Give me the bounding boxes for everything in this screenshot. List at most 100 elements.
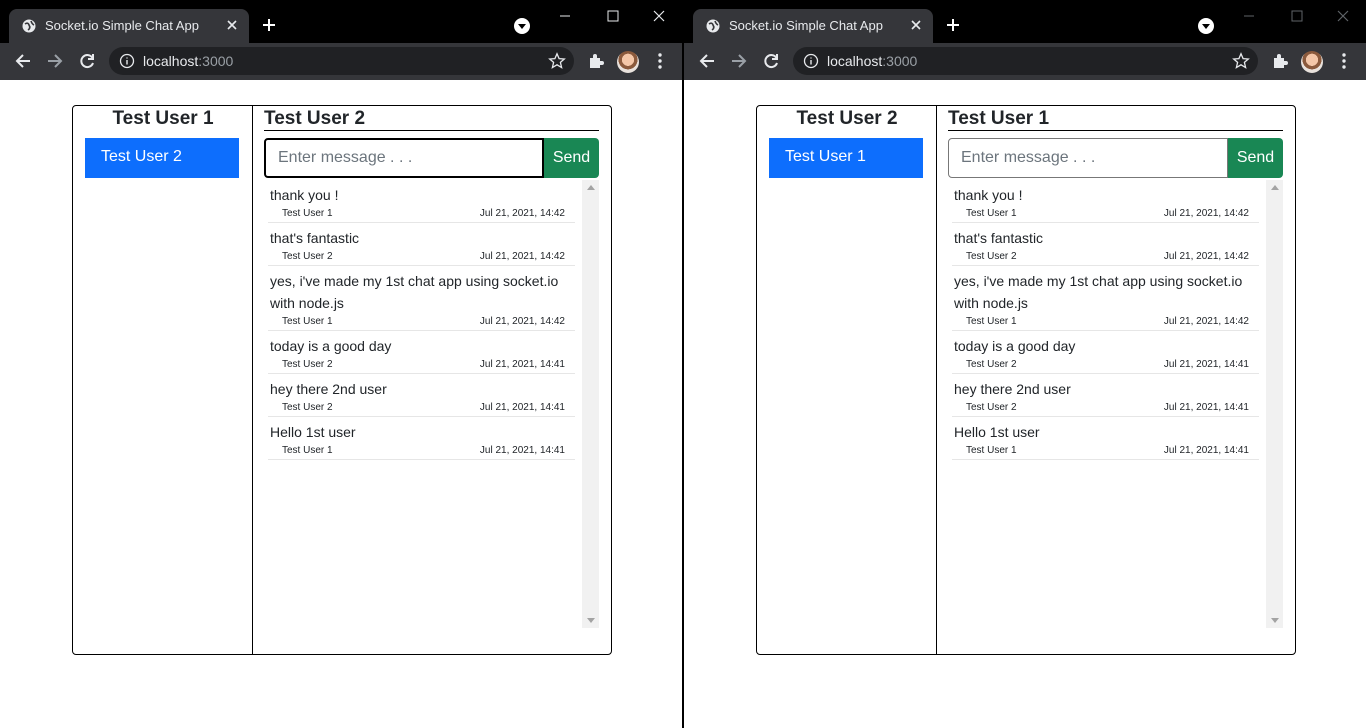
message-sender: Test User 2 bbox=[966, 402, 1017, 413]
new-tab-icon[interactable] bbox=[261, 17, 277, 33]
scroll-down-arrow-icon[interactable] bbox=[1271, 618, 1279, 623]
message-meta: Test User 1 Jul 21, 2021, 14:41 bbox=[954, 443, 1259, 459]
message-input[interactable] bbox=[948, 138, 1228, 178]
url-port: :3000 bbox=[198, 53, 234, 69]
reload-icon[interactable] bbox=[761, 51, 781, 71]
message-timestamp: Jul 21, 2021, 14:41 bbox=[1163, 359, 1249, 370]
scroll-up-arrow-icon[interactable] bbox=[587, 185, 595, 190]
extensions-puzzle-icon[interactable] bbox=[1271, 52, 1289, 70]
message-list[interactable]: thank you ! Test User 1 Jul 21, 2021, 14:4… bbox=[948, 180, 1283, 628]
browser-tab[interactable]: Socket.io Simple Chat App bbox=[693, 9, 933, 43]
message-text: thank you ! bbox=[270, 187, 339, 203]
message-meta: Test User 1 Jul 21, 2021, 14:42 bbox=[954, 314, 1259, 330]
message-item: thank you ! Test User 1 Jul 21, 2021, 14:4… bbox=[952, 180, 1259, 223]
message-meta: Test User 2 Jul 21, 2021, 14:42 bbox=[954, 249, 1259, 265]
bookmark-star-icon[interactable] bbox=[1232, 52, 1250, 70]
message-timestamp: Jul 21, 2021, 14:42 bbox=[479, 251, 565, 262]
message-timestamp: Jul 21, 2021, 14:41 bbox=[1163, 402, 1249, 413]
message-scrollbar[interactable] bbox=[1266, 180, 1283, 628]
message-text: thank you ! bbox=[954, 187, 1023, 203]
tab-title: Socket.io Simple Chat App bbox=[45, 18, 199, 33]
message-list[interactable]: thank you ! Test User 1 Jul 21, 2021, 14:4… bbox=[264, 180, 599, 628]
message-text: yes, i've made my 1st chat app using soc… bbox=[270, 273, 559, 311]
message-timestamp: Jul 21, 2021, 14:41 bbox=[479, 445, 565, 456]
browser-toolbar: localhost:3000 bbox=[684, 43, 1366, 80]
more-menu-icon[interactable] bbox=[652, 52, 668, 70]
close-window-icon[interactable] bbox=[636, 4, 682, 28]
reload-icon[interactable] bbox=[77, 51, 97, 71]
message-item: yes, i've made my 1st chat app using soc… bbox=[952, 266, 1259, 331]
message-text: hey there 2nd user bbox=[954, 381, 1071, 397]
message-text: today is a good day bbox=[270, 338, 392, 354]
message-item: that's fantastic Test User 2 Jul 21, 2021,… bbox=[268, 223, 575, 266]
minimize-icon[interactable] bbox=[542, 4, 588, 28]
users-sidebar: Test User 1 Test User 2 bbox=[73, 106, 253, 654]
message-item: Hello 1st user Test User 1 Jul 21, 2021, 1… bbox=[952, 417, 1259, 460]
info-icon[interactable] bbox=[119, 53, 135, 69]
message-meta: Test User 2 Jul 21, 2021, 14:41 bbox=[954, 400, 1259, 416]
page-viewport: Test User 2 Test User 1 Test User 1 Send… bbox=[684, 80, 1366, 728]
message-sender: Test User 2 bbox=[282, 402, 333, 413]
address-bar[interactable]: localhost:3000 bbox=[109, 47, 574, 75]
message-text: Hello 1st user bbox=[954, 424, 1040, 440]
address-bar[interactable]: localhost:3000 bbox=[793, 47, 1258, 75]
profile-avatar[interactable] bbox=[617, 51, 639, 73]
message-scrollbar[interactable] bbox=[582, 180, 599, 628]
message-sender: Test User 2 bbox=[966, 359, 1017, 370]
url-host: localhost bbox=[827, 53, 883, 69]
more-menu-icon[interactable] bbox=[1336, 52, 1352, 70]
forward-arrow-icon[interactable] bbox=[45, 51, 65, 71]
message-timestamp: Jul 21, 2021, 14:42 bbox=[479, 208, 565, 219]
message-meta: Test User 2 Jul 21, 2021, 14:41 bbox=[270, 400, 575, 416]
extensions-puzzle-icon[interactable] bbox=[587, 52, 605, 70]
message-input[interactable] bbox=[264, 138, 544, 178]
globe-icon bbox=[706, 19, 720, 33]
tab-strip: Socket.io Simple Chat App bbox=[684, 0, 1366, 43]
url-host: localhost bbox=[143, 53, 199, 69]
back-arrow-icon[interactable] bbox=[697, 51, 717, 71]
message-sender: Test User 2 bbox=[282, 251, 333, 262]
forward-arrow-icon[interactable] bbox=[729, 51, 749, 71]
tab-title: Socket.io Simple Chat App bbox=[729, 18, 883, 33]
message-text: that's fantastic bbox=[954, 230, 1044, 246]
send-button[interactable]: Send bbox=[544, 138, 599, 178]
contact-item[interactable]: Test User 1 bbox=[769, 138, 923, 178]
tab-search-icon[interactable] bbox=[1198, 18, 1214, 34]
message-text: yes, i've made my 1st chat app using soc… bbox=[954, 273, 1243, 311]
message-item: that's fantastic Test User 2 Jul 21, 2021,… bbox=[952, 223, 1259, 266]
message-item: hey there 2nd user Test User 2 Jul 21, 202… bbox=[952, 374, 1259, 417]
tab-search-icon[interactable] bbox=[514, 18, 530, 34]
close-window-icon[interactable] bbox=[1320, 4, 1366, 28]
scroll-down-arrow-icon[interactable] bbox=[587, 618, 595, 623]
send-button[interactable]: Send bbox=[1228, 138, 1283, 178]
minimize-icon[interactable] bbox=[1226, 4, 1272, 28]
new-tab-icon[interactable] bbox=[945, 17, 961, 33]
tab-strip: Socket.io Simple Chat App bbox=[0, 0, 682, 43]
message-meta: Test User 1 Jul 21, 2021, 14:42 bbox=[954, 206, 1259, 222]
message-timestamp: Jul 21, 2021, 14:42 bbox=[1163, 251, 1249, 262]
current-user-name: Test User 2 bbox=[796, 108, 898, 129]
message-item: today is a good day Test User 2 Jul 21, 20… bbox=[952, 331, 1259, 374]
info-icon[interactable] bbox=[803, 53, 819, 69]
message-sender: Test User 1 bbox=[282, 208, 333, 219]
maximize-icon[interactable] bbox=[1274, 4, 1320, 28]
message-meta: Test User 1 Jul 21, 2021, 14:41 bbox=[270, 443, 575, 459]
message-meta: Test User 1 Jul 21, 2021, 14:42 bbox=[270, 314, 575, 330]
message-meta: Test User 2 Jul 21, 2021, 14:42 bbox=[270, 249, 575, 265]
message-meta: Test User 2 Jul 21, 2021, 14:41 bbox=[954, 357, 1259, 373]
close-tab-icon[interactable] bbox=[907, 16, 925, 34]
maximize-icon[interactable] bbox=[590, 4, 636, 28]
browser-tab[interactable]: Socket.io Simple Chat App bbox=[9, 9, 249, 43]
message-sender: Test User 2 bbox=[282, 359, 333, 370]
back-arrow-icon[interactable] bbox=[13, 51, 33, 71]
scroll-up-arrow-icon[interactable] bbox=[1271, 185, 1279, 190]
chat-container: Test User 2 Test User 1 Test User 1 Send… bbox=[756, 105, 1296, 655]
profile-avatar[interactable] bbox=[1301, 51, 1323, 73]
browser-toolbar: localhost:3000 bbox=[0, 43, 682, 80]
bookmark-star-icon[interactable] bbox=[548, 52, 566, 70]
close-tab-icon[interactable] bbox=[223, 16, 241, 34]
page-viewport: Test User 1 Test User 2 Test User 2 Send… bbox=[0, 80, 682, 728]
users-sidebar: Test User 2 Test User 1 bbox=[757, 106, 937, 654]
chat-container: Test User 1 Test User 2 Test User 2 Send… bbox=[72, 105, 612, 655]
contact-item[interactable]: Test User 2 bbox=[85, 138, 239, 178]
